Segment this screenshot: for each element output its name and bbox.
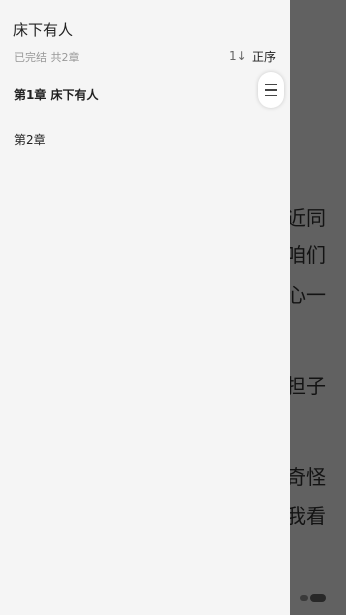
book-title: 床下有人 [13,21,74,39]
chapter-drawer: 床下有人 已完结 共2章 1↓ 正序 第1章 床下有人 第2章 [0,0,290,615]
menu-lines-icon [265,83,277,86]
sort-order-toggle[interactable]: 1↓ 正序 [229,47,276,65]
book-status: 已完结 共2章 [14,51,80,64]
chapter-item-2[interactable]: 第2章 [14,131,46,148]
sort-icon: 1↓ [229,49,247,63]
menu-lines-icon-bar [265,94,277,97]
sort-order-label: 正序 [252,49,277,64]
reader-screen: 近同 咱们 心一 担子 奇怪 我看 床下有人 已完结 共2章 1↓ 正序 第1章… [0,0,346,615]
chapter-item-1[interactable]: 第1章 床下有人 [14,86,99,103]
chapter-scroll-handle[interactable] [258,72,284,108]
menu-lines-icon-bar [265,89,277,91]
